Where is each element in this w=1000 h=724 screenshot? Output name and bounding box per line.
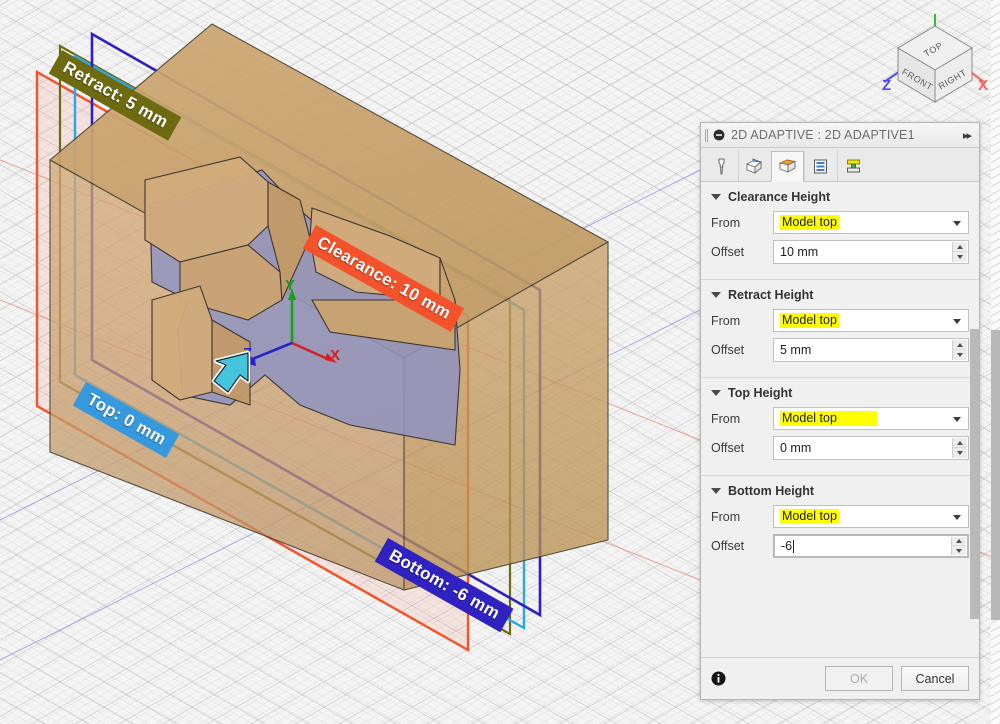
- cancel-button[interactable]: Cancel: [901, 666, 969, 691]
- row-bottom-offset: Offset -6: [711, 534, 969, 558]
- chevron-down-icon[interactable]: [953, 417, 961, 422]
- clearance-from-dropdown[interactable]: Model top: [773, 211, 969, 234]
- bottom-offset-input[interactable]: -6: [773, 534, 969, 558]
- section-title: Top Height: [728, 386, 792, 400]
- page-scrollbar-thumb[interactable]: [991, 330, 1000, 620]
- chevron-down-icon[interactable]: [953, 221, 961, 226]
- row-clearance-offset: Offset 10 mm: [711, 240, 969, 264]
- stepper-down-icon[interactable]: [952, 546, 966, 555]
- top-from-dropdown[interactable]: Model top: [773, 407, 969, 430]
- bottom-from-value: Model top: [780, 509, 839, 524]
- section-retract-height: Retract Height From Model top Offset 5 m…: [701, 279, 979, 374]
- label-from: From: [711, 510, 773, 524]
- stepper-down-icon[interactable]: [953, 252, 967, 262]
- retract-offset-input[interactable]: 5 mm: [773, 338, 969, 362]
- row-bottom-from: From Model top: [711, 505, 969, 528]
- row-retract-from: From Model top: [711, 309, 969, 332]
- chevron-down-icon[interactable]: [953, 319, 961, 324]
- text-caret: [793, 540, 794, 553]
- tab-passes[interactable]: [804, 150, 837, 181]
- stepper-up-icon[interactable]: [952, 537, 966, 546]
- row-clearance-from: From Model top: [711, 211, 969, 234]
- panel-scrollbar-thumb[interactable]: [970, 329, 979, 619]
- retract-offset-stepper[interactable]: [952, 340, 967, 360]
- row-retract-offset: Offset 5 mm: [711, 338, 969, 362]
- retract-offset-value: 5 mm: [780, 343, 811, 357]
- stepper-up-icon[interactable]: [953, 438, 967, 448]
- axis-label-x: X: [330, 347, 340, 364]
- clearance-from-value: Model top: [780, 215, 839, 230]
- bottom-from-dropdown[interactable]: Model top: [773, 505, 969, 528]
- section-title: Bottom Height: [728, 484, 814, 498]
- tab-heights[interactable]: [771, 151, 804, 182]
- row-top-offset: Offset 0 mm: [711, 436, 969, 460]
- operation-dialog: 2D ADAPTIVE : 2D ADAPTIVE1 ▸▸: [700, 122, 980, 700]
- dialog-footer: OK Cancel: [701, 657, 979, 699]
- section-top-height: Top Height From Model top Offset 0 mm: [701, 377, 979, 472]
- section-title: Clearance Height: [728, 190, 830, 204]
- chevron-down-icon[interactable]: [953, 515, 961, 520]
- label-offset: Offset: [711, 245, 773, 259]
- section-clearance-height: Clearance Height From Model top Offset 1…: [701, 186, 979, 276]
- retract-from-value: Model top: [780, 313, 839, 328]
- label-from: From: [711, 412, 773, 426]
- tab-linking[interactable]: [837, 150, 870, 181]
- clearance-offset-value: 10 mm: [780, 245, 818, 259]
- panel-scrollbar[interactable]: [970, 123, 979, 699]
- view-cube[interactable]: Z X TOP FRONT RIGHT: [880, 10, 990, 110]
- label-offset: Offset: [711, 539, 773, 553]
- clearance-offset-input[interactable]: 10 mm: [773, 240, 969, 264]
- section-title: Retract Height: [728, 288, 813, 302]
- caret-down-icon[interactable]: [711, 292, 721, 298]
- row-top-from: From Model top: [711, 407, 969, 430]
- drag-grip-icon[interactable]: [705, 129, 708, 142]
- caret-down-icon[interactable]: [711, 194, 721, 200]
- stepper-up-icon[interactable]: [953, 340, 967, 350]
- dialog-header[interactable]: 2D ADAPTIVE : 2D ADAPTIVE1 ▸▸: [701, 123, 979, 148]
- application-window: Y X Z Retract: 5 mm Clearance: 10 mm Top…: [0, 0, 1000, 724]
- tab-tool[interactable]: [705, 150, 738, 181]
- stepper-down-icon[interactable]: [953, 350, 967, 360]
- caret-down-icon[interactable]: [711, 390, 721, 396]
- axis-label-y: Y: [285, 277, 295, 294]
- dialog-tab-strip: [701, 148, 979, 182]
- section-header-top-height[interactable]: Top Height: [711, 386, 969, 400]
- top-offset-input[interactable]: 0 mm: [773, 436, 969, 460]
- dialog-title: 2D ADAPTIVE : 2D ADAPTIVE1: [731, 128, 963, 142]
- retract-from-dropdown[interactable]: Model top: [773, 309, 969, 332]
- viewcube-z-label: Z: [882, 77, 891, 94]
- clearance-offset-stepper[interactable]: [952, 242, 967, 262]
- viewcube-x-label: X: [978, 77, 988, 94]
- minus-circle-icon[interactable]: [713, 129, 725, 141]
- label-from: From: [711, 216, 773, 230]
- bottom-offset-stepper[interactable]: [951, 537, 966, 555]
- bottom-offset-value: -6: [781, 539, 792, 553]
- top-offset-stepper[interactable]: [952, 438, 967, 458]
- stepper-down-icon[interactable]: [953, 448, 967, 458]
- page-scrollbar[interactable]: [991, 0, 1000, 724]
- label-offset: Offset: [711, 343, 773, 357]
- ok-button[interactable]: OK: [825, 666, 893, 691]
- section-bottom-height: Bottom Height From Model top Offset -6: [701, 475, 979, 570]
- top-from-value: Model top: [780, 411, 877, 426]
- stepper-up-icon[interactable]: [953, 242, 967, 252]
- dialog-body: Clearance Height From Model top Offset 1…: [701, 182, 979, 657]
- label-from: From: [711, 314, 773, 328]
- label-offset: Offset: [711, 441, 773, 455]
- top-offset-value: 0 mm: [780, 441, 811, 455]
- tab-geometry[interactable]: [738, 150, 771, 181]
- info-icon[interactable]: [711, 671, 726, 686]
- section-header-bottom-height[interactable]: Bottom Height: [711, 484, 969, 498]
- caret-down-icon[interactable]: [711, 488, 721, 494]
- section-header-retract-height[interactable]: Retract Height: [711, 288, 969, 302]
- section-header-clearance-height[interactable]: Clearance Height: [711, 190, 969, 204]
